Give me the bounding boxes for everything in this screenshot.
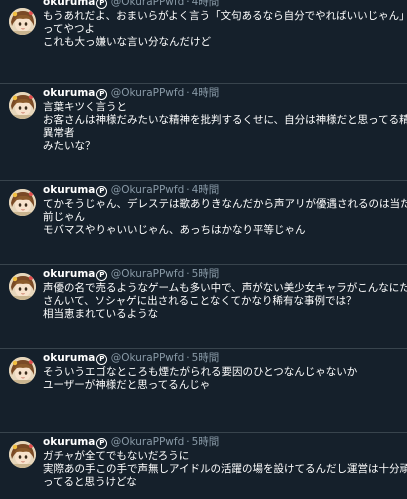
tweet[interactable]: okuruma P @OkuraPPwfd · 4時間 言葉キツく言うと お客さんは神様… (0, 84, 407, 181)
timestamp[interactable]: 5時間 (192, 268, 220, 280)
avatar[interactable] (9, 92, 36, 119)
timestamp[interactable]: 5時間 (192, 352, 220, 364)
user-handle[interactable]: @OkuraPPwfd (111, 268, 185, 280)
tweet-content: okuruma P @OkuraPPwfd · 4時間 言葉キツく言うと お客さんは神様… (43, 87, 407, 153)
badge-icon: P (96, 270, 108, 281)
tweet-text-line: ユーザーが神様だと思ってるんじゃ (43, 379, 211, 391)
tweet-text-line: 相当恵まれているような (43, 308, 159, 320)
display-name[interactable]: okuruma (43, 184, 95, 196)
tweet-text-line: ガチャが全てでもないだろうに (43, 450, 190, 462)
tweet[interactable]: okuruma P @OkuraPPwfd · 5時間 そういうエゴなところも煙たがら… (0, 349, 407, 433)
tweet-text-line: 実際あの手この手で声無しアイドルの活躍の場を設けてるんだし運営は十分頑張 (43, 463, 407, 475)
tweet[interactable]: okuruma P @OkuraPPwfd · 5時間 ガチャが全てでもないだろうに実… (0, 433, 407, 499)
user-handle[interactable]: @OkuraPPwfd (111, 436, 185, 448)
tweet-header: okuruma P @OkuraPPwfd · 5時間 (43, 436, 403, 449)
separator-dot: · (186, 184, 190, 196)
timestamp[interactable]: 5時間 (192, 436, 220, 448)
tweet-text-line: 言葉キツく言うと (43, 101, 127, 113)
badge-icon: P (96, 186, 108, 197)
display-name[interactable]: okuruma (43, 87, 95, 99)
tweet[interactable]: okuruma P @OkuraPPwfd · 4時間 てかそうじゃん、デレステは歌あ… (0, 181, 407, 265)
badge-icon: P (96, 89, 108, 100)
avatar[interactable] (9, 357, 36, 384)
display-name[interactable]: okuruma (43, 436, 95, 448)
timeline: okuruma P @OkuraPPwfd · 4時間 もうあれだよ、おまいらがよく言… (0, 0, 407, 499)
user-handle[interactable]: @OkuraPPwfd (111, 184, 185, 196)
tweet-text: もうあれだよ、おまいらがよく言う「文句あるなら自分でやればいいじゃん」 ってやつよ… (43, 10, 407, 49)
separator-dot: · (186, 87, 190, 99)
badge-icon: P (96, 0, 108, 9)
timestamp[interactable]: 4時間 (192, 0, 220, 8)
tweet-content: okuruma P @OkuraPPwfd · 5時間 ガチャが全てでもないだろうに実… (43, 436, 407, 489)
anime-character-avatar-icon (9, 92, 36, 119)
tweet-text: そういうエゴなところも煙たがられる要因のひとつなんじゃないか ユーザーが神様だと思… (43, 366, 403, 392)
tweet-text-line: みたいな？ (43, 140, 96, 152)
tweet-header: okuruma P @OkuraPPwfd · 5時間 (43, 352, 403, 365)
anime-character-avatar-icon (9, 357, 36, 384)
tweet-header: okuruma P @OkuraPPwfd · 4時間 (43, 87, 403, 100)
tweet-content: okuruma P @OkuraPPwfd · 4時間 もうあれだよ、おまいらがよく言… (43, 0, 407, 49)
avatar[interactable] (9, 273, 36, 300)
avatar[interactable] (9, 8, 36, 35)
anime-character-avatar-icon (9, 273, 36, 300)
tweet[interactable]: okuruma P @OkuraPPwfd · 4時間 もうあれだよ、おまいらがよく言… (0, 0, 407, 84)
badge-icon: P (96, 354, 108, 365)
tweet-text-line: 前じゃん (43, 211, 85, 223)
tweet[interactable]: okuruma P @OkuraPPwfd · 5時間 声優の名で売るようなゲームも多… (0, 265, 407, 349)
tweet-text: 声優の名で売るようなゲームも多い中で、声がない美少女キャラがこんなにたく さんいて… (43, 282, 407, 321)
tweet-text: ガチャが全てでもないだろうに 実際あの手この手で声無しアイドルの活躍の場を設けてる… (43, 450, 407, 489)
avatar[interactable] (9, 189, 36, 216)
separator-dot: · (186, 0, 190, 8)
tweet-text-line: さんいて、ソシャゲに出されることなくてかなり稀有な事例では？ (43, 295, 357, 307)
tweet-text-line: 声優の名で売るようなゲームも多い中で、声がない美少女キャラがこんなにたく (43, 282, 407, 294)
anime-character-avatar-icon (9, 8, 36, 35)
tweet-text-line: てかそうじゃん、デレステは歌ありきなんだから声アリが優遇されるのは当たり (43, 198, 407, 210)
separator-dot: · (186, 268, 190, 280)
badge-icon: P (96, 438, 108, 449)
tweet-text: てかそうじゃん、デレステは歌ありきなんだから声アリが優遇されるのは当たり 前じゃん… (43, 198, 407, 237)
tweet-text-line: そういうエゴなところも煙たがられる要因のひとつなんじゃないか (43, 366, 358, 378)
tweet-header: okuruma P @OkuraPPwfd · 5時間 (43, 268, 403, 281)
timestamp[interactable]: 4時間 (192, 87, 220, 99)
tweet-header: okuruma P @OkuraPPwfd · 4時間 (43, 0, 403, 9)
tweet-content: okuruma P @OkuraPPwfd · 5時間 そういうエゴなところも煙たがら… (43, 352, 403, 392)
tweet-text-line: お客さんは神様だみたいな精神を批判するくせに、自分は神様だと思ってる精神 (43, 114, 407, 126)
tweet-content: okuruma P @OkuraPPwfd · 4時間 てかそうじゃん、デレステは歌あ… (43, 184, 407, 237)
user-handle[interactable]: @OkuraPPwfd (111, 352, 185, 364)
display-name[interactable]: okuruma (43, 352, 95, 364)
display-name[interactable]: okuruma (43, 268, 95, 280)
tweet-text-line: ってると思うけどな (43, 476, 137, 488)
tweet-text-line: ってやつよ (43, 23, 95, 35)
tweet-text-line: 異常者 (43, 127, 75, 139)
display-name[interactable]: okuruma (43, 0, 95, 8)
tweet-text-line: モバマスやりゃいいじゃん、あっちはかなり平等じゃん (43, 224, 306, 236)
separator-dot: · (186, 436, 190, 448)
separator-dot: · (186, 352, 190, 364)
avatar[interactable] (9, 441, 36, 468)
user-handle[interactable]: @OkuraPPwfd (111, 0, 185, 8)
anime-character-avatar-icon (9, 189, 36, 216)
tweet-text: 言葉キツく言うと お客さんは神様だみたいな精神を批判するくせに、自分は神様だと思っ… (43, 101, 407, 153)
anime-character-avatar-icon (9, 441, 36, 468)
tweet-header: okuruma P @OkuraPPwfd · 4時間 (43, 184, 403, 197)
tweet-text-line: もうあれだよ、おまいらがよく言う「文句あるなら自分でやればいいじゃん」 (43, 10, 407, 22)
tweet-content: okuruma P @OkuraPPwfd · 5時間 声優の名で売るようなゲームも多… (43, 268, 407, 321)
tweet-text-line: これも大っ嫌いな言い分なんだけど (43, 36, 211, 48)
timestamp[interactable]: 4時間 (192, 184, 220, 196)
user-handle[interactable]: @OkuraPPwfd (111, 87, 185, 99)
